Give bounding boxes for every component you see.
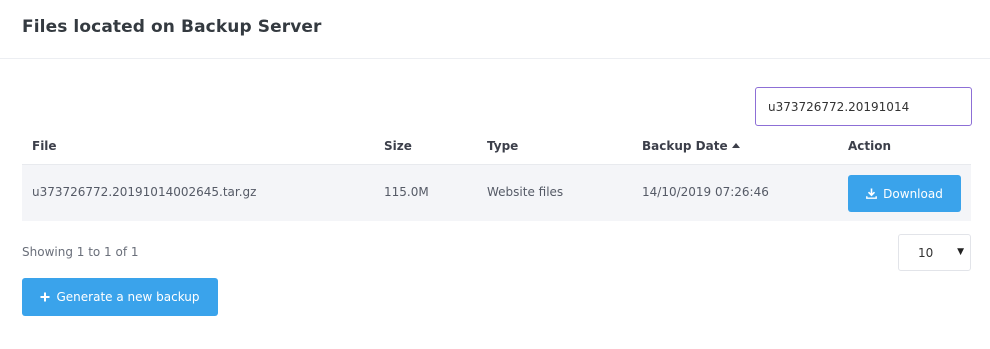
column-header-backup-date[interactable]: Backup Date (642, 139, 740, 153)
column-header-file[interactable]: File (32, 139, 57, 153)
column-header-size[interactable]: Size (384, 139, 412, 153)
cell-backup-date: 14/10/2019 07:26:46 (642, 185, 769, 199)
generate-backup-button[interactable]: Generate a new backup (22, 278, 218, 316)
download-button-label: Download (883, 186, 943, 201)
column-header-backup-date-label: Backup Date (642, 139, 728, 153)
generate-backup-label: Generate a new backup (56, 290, 200, 304)
caret-down-icon: ▼ (957, 247, 964, 257)
cell-size: 115.0M (384, 185, 429, 199)
search-input[interactable] (755, 87, 972, 126)
backup-files-table: File Size Type Backup Date Action u37372… (22, 130, 971, 221)
column-header-type[interactable]: Type (487, 139, 518, 153)
page-size-value: 10 (918, 246, 934, 260)
cell-file: u373726772.20191014002645.tar.gz (32, 185, 257, 199)
plus-icon (40, 292, 50, 302)
download-icon (866, 188, 878, 199)
pagination-info: Showing 1 to 1 of 1 (22, 245, 139, 259)
table-row: u373726772.20191014002645.tar.gz 115.0M … (22, 165, 971, 221)
table-header: File Size Type Backup Date Action (22, 130, 971, 165)
page-title: Files located on Backup Server (22, 17, 322, 37)
page-size-select[interactable]: 10 ▼ (898, 234, 971, 271)
download-button[interactable]: Download (848, 175, 961, 212)
cell-type: Website files (487, 185, 564, 199)
caret-up-icon (731, 143, 740, 148)
column-header-action: Action (848, 139, 892, 153)
page-header: Files located on Backup Server (0, 0, 990, 59)
